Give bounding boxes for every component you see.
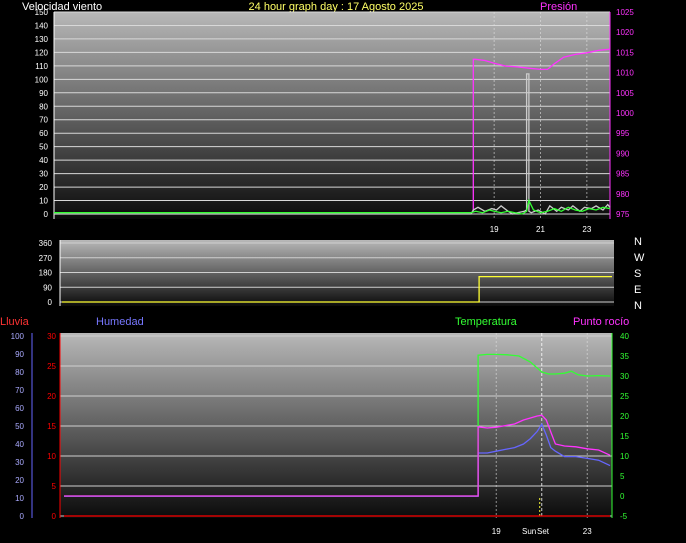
compass-letter: N [634,300,642,312]
y-tick-label: 90 [39,89,48,98]
rain-label: Lluvia [0,316,30,328]
y-tick-label: 1010 [616,69,634,78]
humidity-tick-label: 30 [15,458,24,467]
y-tick-label: 180 [39,269,53,278]
y-tick-label: 40 [39,156,48,165]
x-tick-label: 23 [583,527,592,536]
y-tick-label: 130 [35,35,49,44]
humidity-tick-label: 80 [15,368,24,377]
rain-tick-label: 20 [47,392,56,401]
temp-tick-label: 0 [620,492,625,501]
y-tick-label: 1020 [616,28,634,37]
humidity-tick-label: 60 [15,404,24,413]
temperature-label: Temperatura [455,316,518,328]
temp-tick-label: 30 [620,372,629,381]
temp-tick-label: 15 [620,432,629,441]
rain-tick-label: 15 [47,422,56,431]
y-tick-label: 50 [39,143,48,152]
rain-tick-label: 10 [47,452,56,461]
graph-title: 24 hour graph day : 17 Agosto 2025 [249,1,424,13]
y-tick-label: 100 [35,75,49,84]
humidity-tick-label: 70 [15,386,24,395]
y-tick-label: 70 [39,116,48,125]
temp-tick-label: 25 [620,392,629,401]
humidity-tick-label: 50 [15,422,24,431]
y-tick-label: 990 [616,149,630,158]
y-tick-label: 110 [35,62,48,71]
y-tick-label: 1025 [616,8,634,17]
y-tick-label: 980 [616,190,630,199]
compass-letter: E [634,284,641,296]
sunset-label: Set [537,527,550,536]
dewpoint-label: Punto rocío [573,316,629,328]
y-tick-label: 1005 [616,89,634,98]
y-tick-label: 90 [43,283,52,292]
humidity-tick-label: 20 [15,476,24,485]
y-tick-label: 975 [616,210,630,219]
y-tick-label: 0 [44,210,49,219]
rain-tick-label: 0 [52,512,57,521]
x-tick-label: 23 [582,225,591,234]
humidity-tick-label: 40 [15,440,24,449]
y-tick-label: 80 [39,102,48,111]
temp-tick-label: 10 [620,452,629,461]
y-tick-label: 360 [39,239,53,248]
y-tick-label: 0 [48,298,53,307]
y-tick-label: 150 [35,8,49,17]
y-tick-label: 270 [39,254,53,263]
compass-letter: N [634,236,642,248]
pressure-label: Presión [540,1,577,13]
y-tick-label: 30 [39,170,48,179]
humidity-tick-label: 90 [15,350,24,359]
y-tick-label: 20 [39,183,48,192]
y-tick-label: 140 [35,21,49,30]
rain-tick-label: 30 [47,332,56,341]
humidity-tick-label: 0 [20,512,25,521]
rain-tick-label: 25 [47,362,56,371]
humidity-tick-label: 10 [15,494,24,503]
x-tick-label: 21 [536,225,545,234]
y-tick-label: 1015 [616,48,634,57]
y-tick-label: 60 [39,129,48,138]
humidity-tick-label: 100 [11,332,25,341]
temp-tick-label: 20 [620,412,629,421]
sun-label: Sun [522,527,536,536]
temp-tick-label: -5 [620,512,628,521]
rain-tick-label: 5 [52,482,57,491]
y-tick-label: 1000 [616,109,634,118]
temp-tick-label: 5 [620,472,625,481]
y-tick-label: 985 [616,170,630,179]
humidity-label: Humedad [96,316,144,328]
compass-letters: N W S E N [634,236,645,312]
compass-letter: S [634,268,641,280]
x-tick-label: 19 [490,225,499,234]
y-tick-label: 995 [616,129,630,138]
weather-graph: Velocidad viento 24 hour graph day : 17 … [0,1,645,536]
y-tick-label: 120 [35,48,49,57]
compass-letter: W [634,252,645,264]
temp-tick-label: 40 [620,332,629,341]
y-tick-label: 10 [39,197,48,206]
x-tick-label: 19 [492,527,501,536]
temp-tick-label: 35 [620,352,629,361]
